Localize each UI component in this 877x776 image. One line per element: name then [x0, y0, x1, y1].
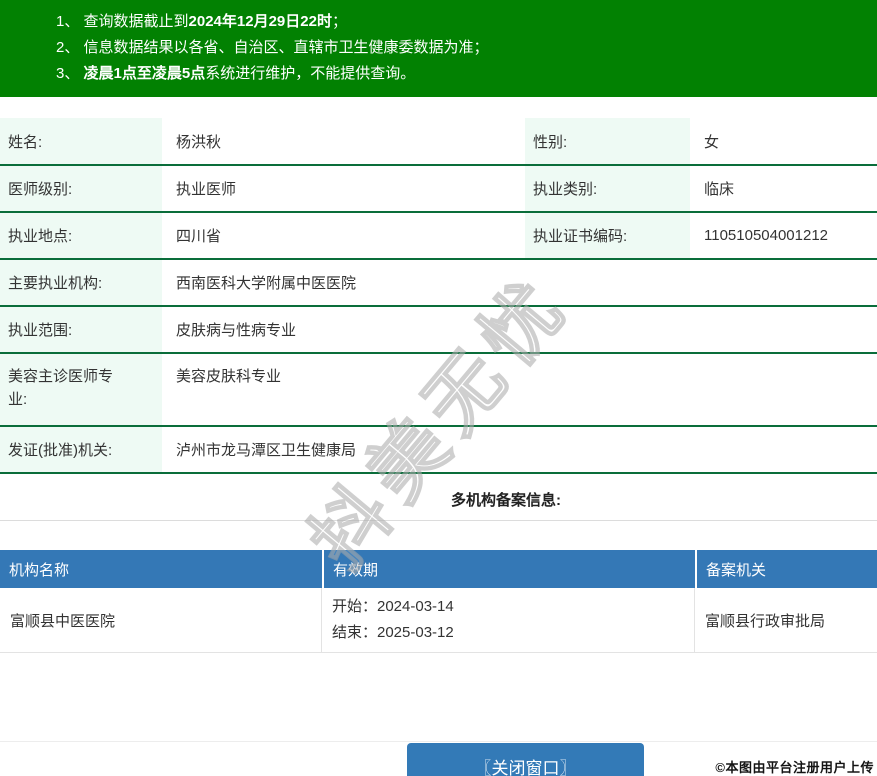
main-institution-value: 西南医科大学附属中医医院 [176, 275, 357, 292]
notice-text: ； [331, 13, 347, 30]
table-row: 医师级别: 执业医师 执业类别: 临床 [0, 166, 877, 213]
org-name-cell: 富顺县中医医院 [0, 588, 322, 652]
validity-header: 有效期 [322, 550, 695, 588]
cosmetic-specialty-value: 美容皮肤科专业 [176, 368, 282, 385]
filing-table: 机构名称 有效期 备案机关 富顺县中医医院 开始：2024-03-14 结束：2… [0, 550, 877, 653]
issuing-authority-value: 泸州市龙马潭区卫生健康局 [176, 442, 357, 459]
cosmetic-specialty-label: 美容主诊医师专业: [0, 354, 162, 425]
cosmetic-specialty-label-text: 美容主诊医师专业: [8, 368, 114, 408]
notice-bold-text: 2024年12月29日22时 [188, 13, 332, 30]
practice-category-value: 临床 [704, 181, 735, 198]
filing-section-title: 多机构备案信息: [451, 492, 561, 509]
upload-stamp-text: ©本图由平台注册用户上传 [715, 760, 874, 775]
main-institution-label: 主要执业机构: [0, 260, 162, 305]
notice-text: 3、 [56, 65, 84, 82]
name-value: 杨洪秋 [176, 133, 222, 151]
table-row: 美容主诊医师专业: 美容皮肤科专业 [0, 354, 877, 427]
table-row: 执业范围: 皮肤病与性病专业 [0, 307, 877, 354]
filing-table-header: 机构名称 有效期 备案机关 [0, 550, 877, 588]
name-label: 姓名: [0, 118, 162, 164]
certificate-number-label: 执业证书编码: [525, 213, 690, 258]
filing-table-row: 富顺县中医医院 开始：2024-03-14 结束：2025-03-12 富顺县行… [0, 588, 877, 653]
certificate-number-value: 110510504001212 [704, 227, 829, 244]
notice-line-2: 2、 信息数据结果以各省、自治区、直辖市卫生健康委数据为准； [56, 35, 857, 61]
notice-bold-text: 凌晨1点至凌晨5点 [83, 65, 206, 82]
notice-banner: 1、 查询数据截止到2024年12月29日22时； 2、 信息数据结果以各省、自… [0, 0, 877, 97]
notice-text: 系统进行维护，不能提供查询。 [205, 65, 416, 82]
notice-text: 1、 查询数据截止到 [56, 13, 189, 30]
doctor-level-label: 医师级别: [0, 166, 162, 211]
table-row: 姓名: 杨洪秋 性别: 女 [0, 118, 877, 166]
close-window-button[interactable]: 〖关闭窗口〗 [407, 743, 644, 776]
issuing-authority-label: 发证(批准)机关: [0, 427, 162, 472]
practice-scope-value: 皮肤病与性病专业 [176, 322, 297, 339]
notice-text: 2、 信息数据结果以各省、自治区、直辖市卫生健康委数据为准； [56, 39, 489, 56]
filing-authority-header: 备案机关 [695, 550, 877, 588]
table-row: 发证(批准)机关: 泸州市龙马潭区卫生健康局 [0, 427, 877, 474]
gender-label: 性别: [525, 118, 690, 164]
validity-start: 开始：2024-03-14 [332, 598, 454, 615]
gender-value: 女 [704, 133, 720, 151]
practice-scope-label: 执业范围: [0, 307, 162, 352]
table-row: 执业地点: 四川省 执业证书编码: 110510504001212 [0, 213, 877, 260]
section-divider [0, 520, 877, 521]
filing-authority-cell: 富顺县行政审批局 [705, 612, 826, 630]
validity-cell: 开始：2024-03-14 结束：2025-03-12 [322, 588, 695, 652]
practice-location-label: 执业地点: [0, 213, 162, 258]
footer-divider [0, 741, 877, 742]
practice-category-label: 执业类别: [525, 166, 690, 211]
validity-end: 结束：2025-03-12 [332, 624, 454, 641]
notice-line-1: 1、 查询数据截止到2024年12月29日22时； [56, 9, 857, 35]
query-result-page: 1、 查询数据截止到2024年12月29日22时； 2、 信息数据结果以各省、自… [0, 0, 877, 776]
org-name-header: 机构名称 [9, 561, 70, 579]
doctor-level-value: 执业医师 [176, 181, 237, 198]
practice-location-value: 四川省 [176, 228, 222, 245]
doctor-info-table: 姓名: 杨洪秋 性别: 女 医师级别: 执业医师 执业类别: 临床 执业地点: … [0, 118, 877, 474]
table-row: 主要执业机构: 西南医科大学附属中医医院 [0, 260, 877, 307]
notice-line-3: 3、 凌晨1点至凌晨5点系统进行维护，不能提供查询。 [56, 61, 857, 87]
